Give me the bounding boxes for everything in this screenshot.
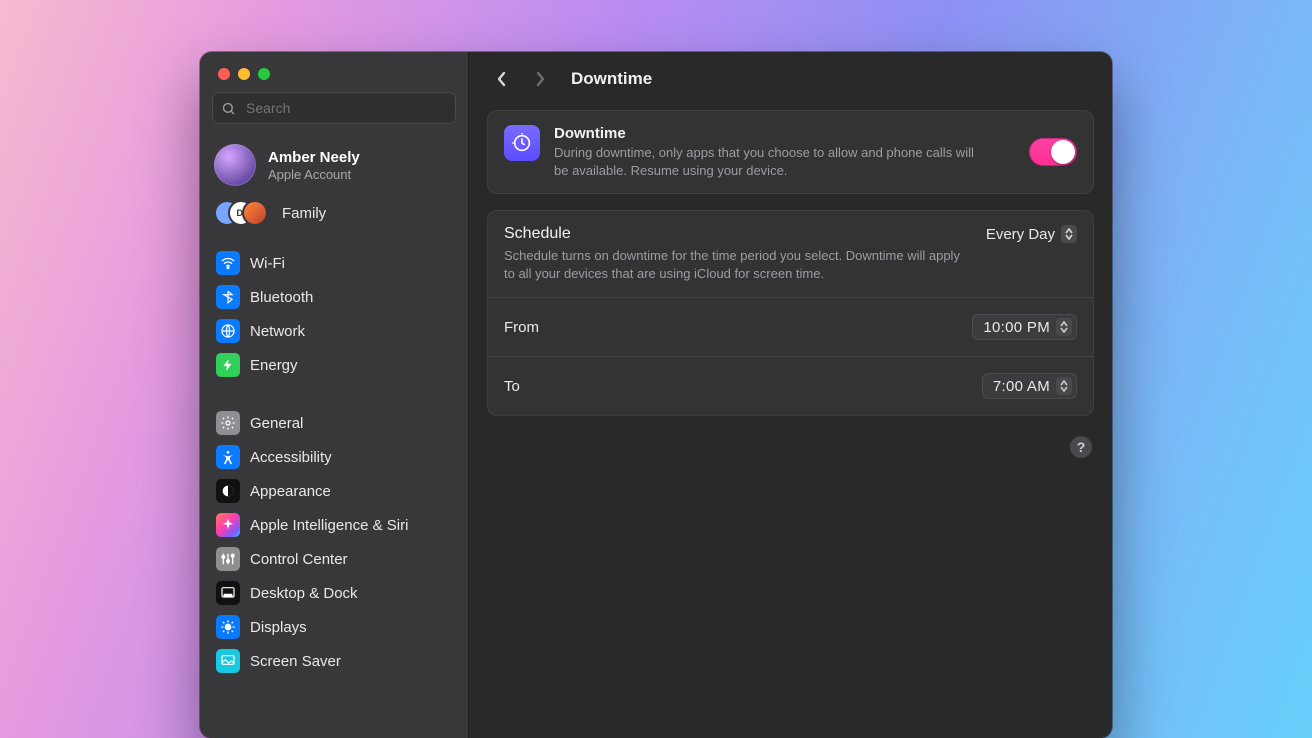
family-label: Family	[282, 205, 326, 222]
sidebar-item-energy[interactable]: Energy	[208, 348, 460, 382]
schedule-description: Schedule turns on downtime for the time …	[504, 247, 974, 283]
downtime-title: Downtime	[554, 125, 984, 142]
sidebar-item-wi-fi[interactable]: Wi-Fi	[208, 246, 460, 280]
sidebar-item-label: Displays	[250, 619, 307, 636]
stepper-icon[interactable]	[1056, 377, 1072, 395]
schedule-title: Schedule	[504, 225, 571, 243]
downtime-icon	[504, 125, 540, 161]
settings-window: Amber Neely Apple Account DI Family Wi-F…	[200, 52, 1112, 738]
account-subtitle: Apple Account	[268, 167, 360, 182]
from-time-value: 10:00 PM	[983, 319, 1050, 336]
schedule-mode-value: Every Day	[986, 226, 1055, 243]
schedule-to-row: To 7:00 AM	[504, 371, 1077, 401]
sidebar-item-label: Energy	[250, 357, 298, 374]
downtime-card: Downtime During downtime, only apps that…	[487, 110, 1094, 194]
nav-forward-button[interactable]	[527, 66, 553, 92]
chevron-up-down-icon	[1061, 225, 1077, 243]
wifi-icon	[216, 251, 240, 275]
to-time-field[interactable]: 7:00 AM	[982, 373, 1077, 399]
sidebar-item-label: Control Center	[250, 551, 348, 568]
sun-icon	[216, 615, 240, 639]
downtime-description: During downtime, only apps that you choo…	[554, 144, 984, 179]
screensaver-icon	[216, 649, 240, 673]
sidebar-item-label: Desktop & Dock	[250, 585, 358, 602]
zoom-window-button[interactable]	[258, 68, 270, 80]
search-icon	[221, 101, 236, 116]
user-avatar	[214, 144, 256, 186]
sidebar-item-label: Screen Saver	[250, 653, 341, 670]
gear-icon	[216, 411, 240, 435]
schedule-mode-select[interactable]: Every Day	[986, 225, 1077, 243]
search-input[interactable]	[244, 99, 447, 117]
search-field[interactable]	[212, 92, 456, 124]
downtime-toggle[interactable]	[1029, 138, 1077, 166]
minimize-window-button[interactable]	[238, 68, 250, 80]
dock-icon	[216, 581, 240, 605]
sidebar-item-label: General	[250, 415, 303, 432]
sidebar-item-apple-account[interactable]: Amber Neely Apple Account	[200, 134, 468, 194]
nav-back-button[interactable]	[489, 66, 515, 92]
sliders-icon	[216, 547, 240, 571]
sidebar: Amber Neely Apple Account DI Family Wi-F…	[200, 52, 469, 738]
sidebar-item-label: Wi-Fi	[250, 255, 285, 272]
to-label: To	[504, 378, 520, 395]
accessibility-icon	[216, 445, 240, 469]
stepper-icon[interactable]	[1056, 318, 1072, 336]
page-title: Downtime	[571, 69, 652, 89]
sidebar-item-desktop-dock[interactable]: Desktop & Dock	[208, 576, 460, 610]
to-time-value: 7:00 AM	[993, 378, 1050, 395]
account-name: Amber Neely	[268, 149, 360, 166]
family-avatars: DI	[214, 200, 270, 226]
sparkle-icon	[216, 513, 240, 537]
window-controls	[200, 52, 468, 92]
from-time-field[interactable]: 10:00 PM	[972, 314, 1077, 340]
titlebar: Downtime	[469, 52, 1112, 106]
schedule-card: Schedule Every Day Schedule turns on dow…	[487, 210, 1094, 416]
sidebar-item-network[interactable]: Network	[208, 314, 460, 348]
help-icon: ?	[1077, 439, 1086, 455]
close-window-button[interactable]	[218, 68, 230, 80]
bolt-icon	[216, 353, 240, 377]
sidebar-item-label: Bluetooth	[250, 289, 313, 306]
bluetooth-icon	[216, 285, 240, 309]
sidebar-item-screen-saver[interactable]: Screen Saver	[208, 644, 460, 678]
schedule-from-row: From 10:00 PM	[504, 312, 1077, 342]
sidebar-item-accessibility[interactable]: Accessibility	[208, 440, 460, 474]
sidebar-item-control-center[interactable]: Control Center	[208, 542, 460, 576]
chevron-right-icon	[534, 71, 546, 87]
content-pane: Downtime Downtime During downtime, only …	[469, 52, 1112, 738]
globe-icon	[216, 319, 240, 343]
sidebar-item-appearance[interactable]: Appearance	[208, 474, 460, 508]
sidebar-item-label: Appearance	[250, 483, 331, 500]
appearance-icon	[216, 479, 240, 503]
from-label: From	[504, 319, 539, 336]
sidebar-item-label: Accessibility	[250, 449, 332, 466]
sidebar-item-displays[interactable]: Displays	[208, 610, 460, 644]
sidebar-item-general[interactable]: General	[208, 406, 460, 440]
sidebar-item-label: Apple Intelligence & Siri	[250, 517, 408, 534]
sidebar-item-family[interactable]: DI Family	[200, 194, 468, 240]
chevron-left-icon	[496, 71, 508, 87]
sidebar-item-apple-intelligence-siri[interactable]: Apple Intelligence & Siri	[208, 508, 460, 542]
sidebar-item-label: Network	[250, 323, 305, 340]
help-button[interactable]: ?	[1070, 436, 1092, 458]
sidebar-item-bluetooth[interactable]: Bluetooth	[208, 280, 460, 314]
